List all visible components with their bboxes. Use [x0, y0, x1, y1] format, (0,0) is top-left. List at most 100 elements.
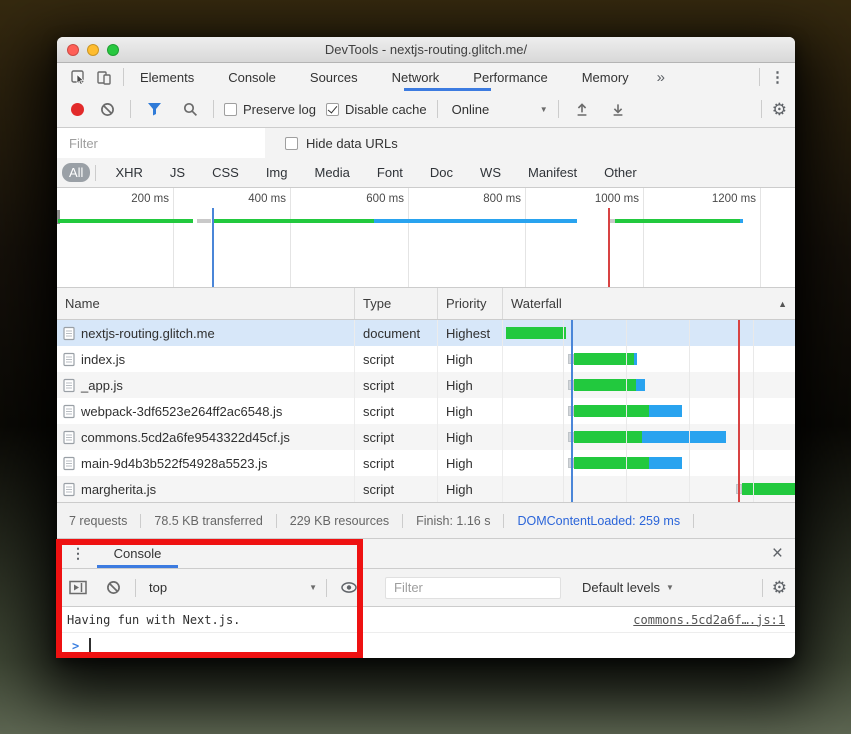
tab-console[interactable]: Console: [226, 65, 278, 90]
export-har-button[interactable]: [605, 97, 631, 121]
console-filter-input[interactable]: Filter: [385, 577, 561, 599]
request-name-cell: margherita.js: [57, 476, 355, 502]
column-header-name[interactable]: Name: [57, 288, 355, 319]
type-filter-font[interactable]: Font: [370, 163, 410, 182]
waterfall-bar-green: [574, 457, 649, 469]
waterfall-bar-green: [742, 483, 795, 495]
type-filter-js[interactable]: JS: [163, 163, 192, 182]
overview-gridline: [643, 188, 644, 287]
waterfall-bar-green: [574, 405, 649, 417]
file-icon: [63, 456, 75, 471]
request-priority-cell: High: [438, 424, 503, 450]
request-type-cell: script: [355, 372, 438, 398]
request-name-cell: commons.5cd2a6fe9543322d45cf.js: [57, 424, 355, 450]
type-filter-all[interactable]: All: [62, 163, 90, 182]
inspect-element-button[interactable]: [65, 65, 91, 89]
overview-activity-bar: [214, 219, 374, 223]
type-filter-css[interactable]: CSS: [205, 163, 246, 182]
divider: [558, 100, 559, 118]
overview-tick-label: 1200 ms: [680, 193, 756, 205]
request-name-cell: _app.js: [57, 372, 355, 398]
request-type-cell: script: [355, 450, 438, 476]
column-header-priority[interactable]: Priority: [438, 288, 503, 319]
window-title: DevTools - nextjs-routing.glitch.me/: [57, 42, 795, 57]
disable-cache-checkbox[interactable]: Disable cache: [326, 102, 427, 117]
divider: [123, 68, 124, 86]
search-button[interactable]: [177, 97, 203, 121]
divider: [140, 514, 141, 528]
file-icon: [63, 404, 75, 419]
filter-toggle-button[interactable]: [141, 97, 167, 121]
settings-gear-icon[interactable]: ⚙: [772, 101, 787, 118]
checkbox-checked-icon: [326, 103, 339, 116]
network-overview[interactable]: 200 ms400 ms600 ms800 ms1000 ms1200 ms: [57, 188, 795, 288]
type-filter-media[interactable]: Media: [307, 163, 356, 182]
divider: [213, 100, 214, 118]
table-row[interactable]: main-9d4b3b522f54928a5523.jsscriptHigh: [57, 450, 795, 476]
tab-memory[interactable]: Memory: [580, 65, 631, 90]
divider: [276, 514, 277, 528]
type-filter-other[interactable]: Other: [597, 163, 644, 182]
waterfall-bar-green: [574, 353, 634, 365]
domcontentloaded-time: DOMContentLoaded: 259 ms: [517, 514, 680, 528]
waterfall-bar-blue: [634, 353, 637, 365]
request-name-cell: webpack-3df6523e264ff2ac6548.js: [57, 398, 355, 424]
console-message-source-link[interactable]: commons.5cd2a6f….js:1: [633, 613, 785, 627]
throttling-dropdown[interactable]: Online ▼: [452, 102, 548, 117]
device-toolbar-button[interactable]: [91, 65, 117, 89]
divider: [402, 514, 403, 528]
divider: [130, 100, 131, 118]
overview-activity-bar: [740, 219, 743, 223]
request-type-cell: document: [355, 320, 438, 346]
table-row[interactable]: index.jsscriptHigh: [57, 346, 795, 372]
type-filter-manifest[interactable]: Manifest: [521, 163, 584, 182]
preserve-log-checkbox[interactable]: Preserve log: [224, 102, 316, 117]
hide-data-urls-checkbox[interactable]: Hide data URLs: [285, 136, 398, 151]
request-type-cell: script: [355, 476, 438, 502]
request-waterfall-cell: [503, 372, 795, 398]
tab-performance[interactable]: Performance: [471, 65, 549, 90]
overview-tick-label: 600 ms: [328, 193, 404, 205]
import-har-button[interactable]: [569, 97, 595, 121]
table-row[interactable]: nextjs-routing.glitch.medocumentHighest: [57, 320, 795, 346]
request-priority-cell: High: [438, 476, 503, 502]
table-row[interactable]: _app.jsscriptHigh: [57, 372, 795, 398]
column-header-type[interactable]: Type: [355, 288, 438, 319]
tab-elements[interactable]: Elements: [138, 65, 196, 90]
waterfall-bar-blue: [642, 431, 726, 443]
overview-activity-bar: [58, 219, 193, 223]
request-name-cell: nextjs-routing.glitch.me: [57, 320, 355, 346]
request-waterfall-cell: [503, 346, 795, 372]
type-filter-doc[interactable]: Doc: [423, 163, 460, 182]
tab-sources[interactable]: Sources: [308, 65, 360, 90]
log-levels-dropdown[interactable]: Default levels ▼: [582, 580, 674, 595]
search-icon: [183, 102, 198, 117]
record-network-log-button[interactable]: [71, 103, 84, 116]
overview-tick-label: 800 ms: [445, 193, 521, 205]
transferred-size: 78.5 KB transferred: [154, 514, 262, 528]
more-tabs-button[interactable]: »: [657, 69, 665, 86]
title-bar: DevTools - nextjs-routing.glitch.me/: [57, 37, 795, 63]
inspect-cursor-icon: [70, 69, 87, 86]
close-drawer-button[interactable]: ×: [772, 544, 783, 563]
table-row[interactable]: webpack-3df6523e264ff2ac6548.jsscriptHig…: [57, 398, 795, 424]
table-row[interactable]: margherita.jsscriptHigh: [57, 476, 795, 502]
download-icon: [611, 102, 625, 117]
clear-network-log-button[interactable]: [94, 97, 120, 121]
column-header-waterfall[interactable]: Waterfall▲: [503, 288, 795, 319]
tab-network[interactable]: Network: [390, 65, 442, 90]
network-filter-row: Filter Hide data URLs: [57, 128, 795, 158]
divider: [437, 100, 438, 118]
waterfall-bar-blue: [649, 405, 682, 417]
table-row[interactable]: commons.5cd2a6fe9543322d45cf.jsscriptHig…: [57, 424, 795, 450]
network-filter-input[interactable]: Filter: [57, 128, 265, 158]
type-filter-img[interactable]: Img: [259, 163, 295, 182]
file-icon: [63, 378, 75, 393]
type-filter-xhr[interactable]: XHR: [108, 163, 149, 182]
console-settings-gear-icon[interactable]: ⚙: [772, 579, 787, 596]
overview-gridline: [173, 188, 174, 287]
type-filter-ws[interactable]: WS: [473, 163, 508, 182]
devtools-menu-button[interactable]: ⋮: [770, 70, 785, 85]
waterfall-bar-blue: [649, 457, 682, 469]
waterfall-gridline: [563, 320, 564, 502]
